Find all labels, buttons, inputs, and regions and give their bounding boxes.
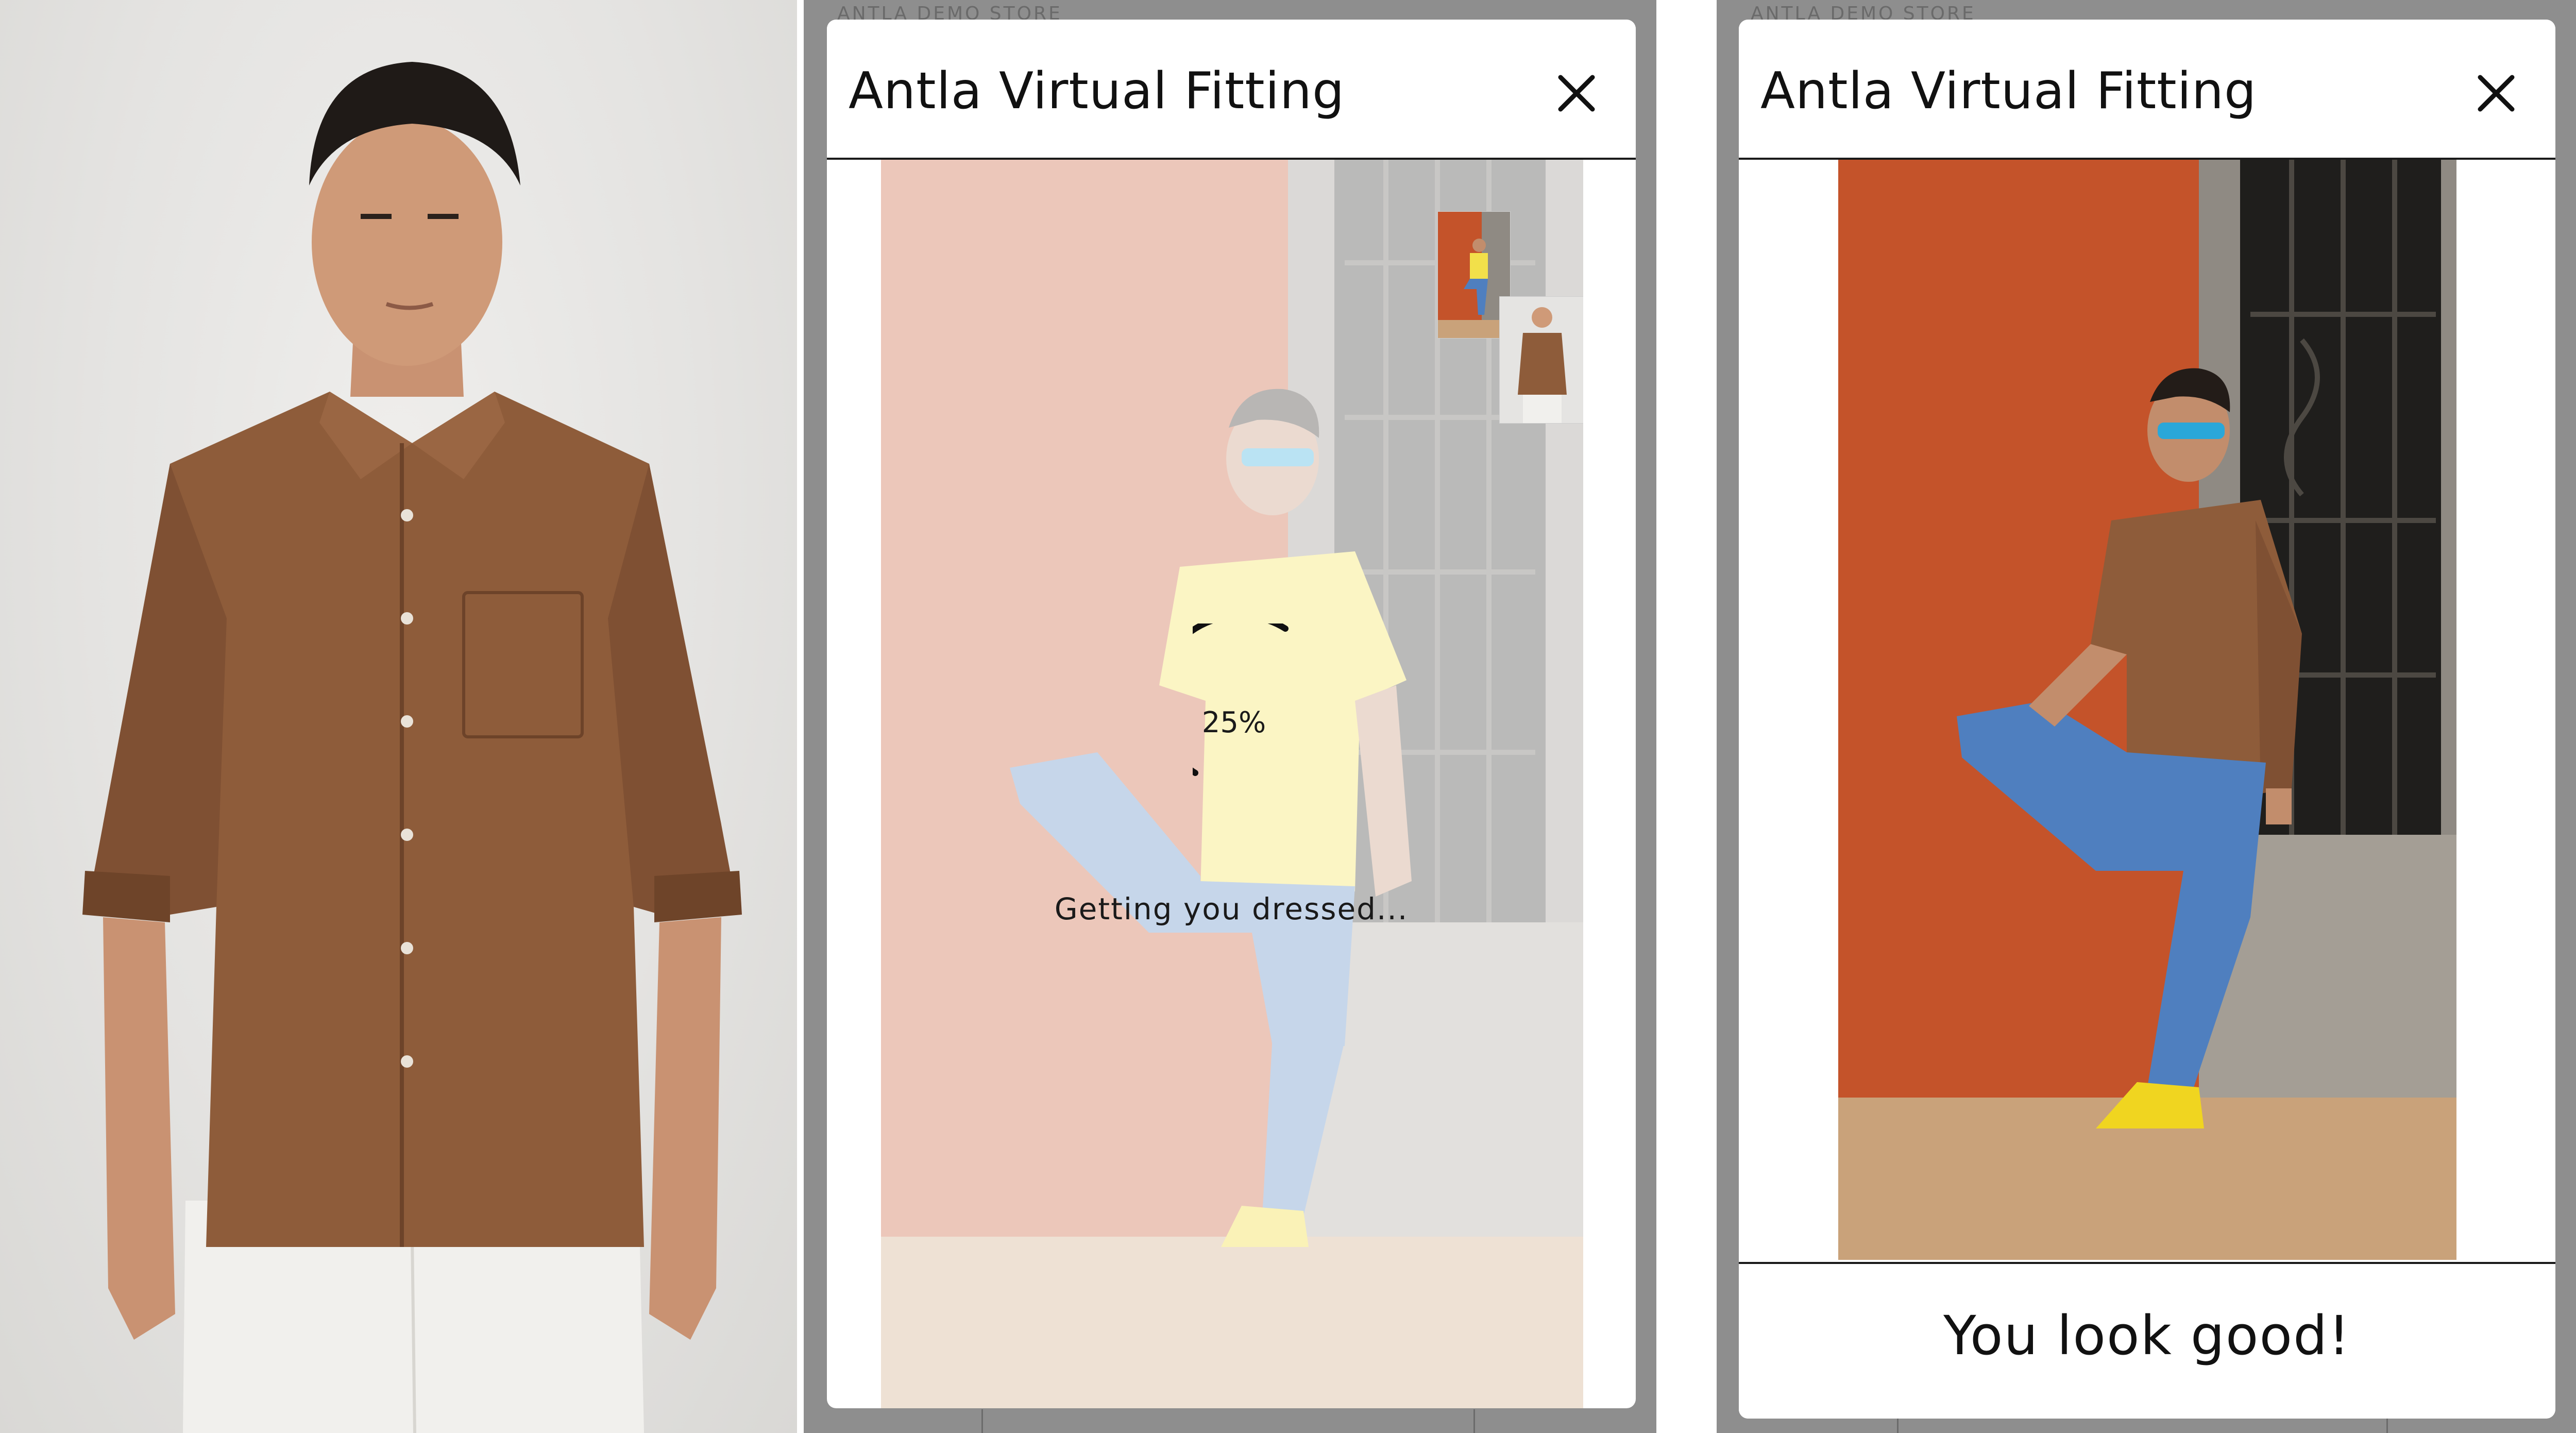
loading-status-text: Getting you dressed... [1054,891,1409,926]
garment-photo-thumbnail [1499,296,1583,424]
product-photo-panel [0,0,797,1433]
try-on-result-image [1838,160,2456,1260]
modal-title: Antla Virtual Fitting [849,62,1345,121]
modal-header: Antla Virtual Fitting [1739,20,2555,160]
page-divider [981,1409,983,1433]
user-photo-preview: 25% Getting you dressed... [881,160,1583,1408]
modal-footer: You look good! [1739,1262,2555,1419]
result-message: You look good! [1943,1304,2351,1367]
loading-overlay [881,160,1583,1408]
close-icon[interactable] [1553,70,1600,116]
progress-percentage: 25% [1201,706,1266,739]
modal-header: Antla Virtual Fitting [827,20,1636,160]
modal-title: Antla Virtual Fitting [1760,62,2257,121]
loading-spinner-icon [1193,623,1289,776]
virtual-fitting-loading-screen: ANTLA DEMO STORE Antla Virtual Fitting 2… [804,0,1656,1433]
product-model-photo [82,62,742,1433]
page-divider [1473,1409,1475,1433]
try-on-result-photo [1838,160,2456,1260]
virtual-fitting-modal: Antla Virtual Fitting [827,20,1636,1408]
close-icon[interactable] [2473,70,2519,116]
virtual-fitting-result-screen: ANTLA DEMO STORE Antla Virtual Fitting Y… [1717,0,2576,1433]
virtual-fitting-modal: Antla Virtual Fitting [1739,20,2555,1419]
